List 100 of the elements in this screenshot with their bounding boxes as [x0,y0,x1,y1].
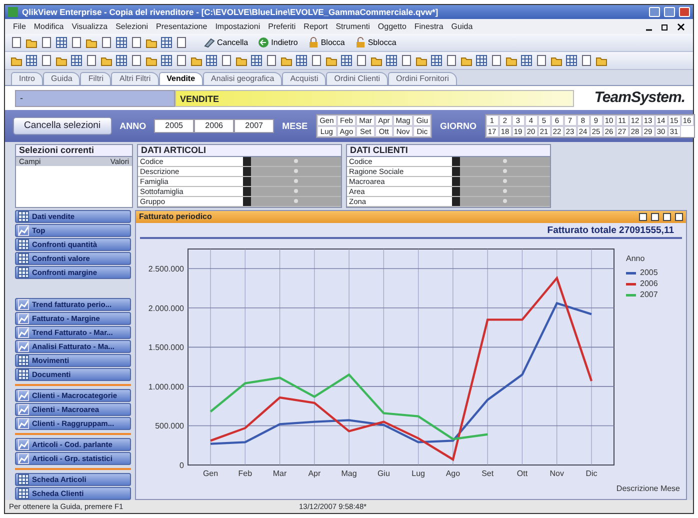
folder-icon[interactable] [461,55,472,66]
document-icon[interactable] [71,37,82,48]
y-tick-label: 1.500.000 [148,344,184,353]
folder-icon[interactable] [101,55,112,66]
x-tick-label: Lug [412,469,425,478]
x-tick-label: Ago [446,469,460,478]
legend-label: 2005 [640,268,658,278]
document-icon[interactable] [101,37,112,48]
year-option[interactable]: 2007 [234,119,274,133]
sheet-tab[interactable]: Filtri [80,72,112,85]
folder-icon[interactable] [56,55,67,66]
toolbar-button[interactable]: Blocca [304,37,348,48]
grid-icon[interactable] [56,37,67,48]
document-icon[interactable] [41,55,52,66]
toolbar-button[interactable]: Indietro [255,37,301,48]
toolbar-button[interactable]: Cancella [201,37,252,48]
year-option[interactable]: 2006 [194,119,234,133]
sheet-tab[interactable]: Ordini Clienti [326,72,388,85]
sheet-tab[interactable]: Guida [43,72,80,85]
document-icon[interactable] [161,37,172,48]
document-icon[interactable] [176,55,187,66]
close-icon[interactable] [677,22,685,30]
document-icon[interactable] [446,55,457,66]
grid-icon[interactable] [176,37,187,48]
folder-icon[interactable] [26,37,37,48]
document-icon[interactable] [131,37,142,48]
grid-icon[interactable] [161,55,172,66]
grid-icon[interactable] [116,37,127,48]
open-padlock-icon [354,37,366,48]
folder-icon[interactable] [86,37,97,48]
table-icon [18,474,29,485]
toolbar-button[interactable]: Sblocca [352,37,400,48]
y-tick-label: 0 [180,461,184,470]
document-icon[interactable] [311,55,322,66]
grid-icon[interactable] [26,55,37,66]
table-icon [18,239,29,250]
grid-icon[interactable] [251,55,262,66]
grid-icon[interactable] [296,55,307,66]
menu-item[interactable]: Impostazioni [215,22,260,32]
menu-item[interactable]: Visualizza [72,22,108,32]
search-field[interactable]: - [15,90,175,106]
folder-icon[interactable] [596,55,607,66]
menu-item[interactable]: Preferiti [268,22,296,32]
folder-icon[interactable] [506,55,517,66]
document-icon[interactable] [401,55,412,66]
sheet-tab[interactable]: Vendite [158,72,204,85]
sheet-tab[interactable]: Analisi geografica [203,72,282,85]
sheet-tab[interactable]: Altri Filtri [111,72,159,85]
menu-item[interactable]: Report [304,22,328,32]
sheet-tab[interactable]: Ordini Fornitori [388,72,457,85]
menu-item[interactable]: Strumenti [336,22,370,32]
document-icon[interactable] [356,55,367,66]
document-icon[interactable] [581,55,592,66]
grid-icon[interactable] [431,55,442,66]
grid-icon[interactable] [476,55,487,66]
document-icon[interactable] [536,55,547,66]
document-icon[interactable] [221,55,232,66]
menu-item[interactable]: Finestra [414,22,444,32]
document-icon[interactable] [266,55,277,66]
menu-item[interactable]: Selezioni [116,22,148,32]
year-option[interactable]: 2005 [154,119,194,133]
grid-icon[interactable] [521,55,532,66]
folder-icon[interactable] [371,55,382,66]
folder-icon[interactable] [191,55,202,66]
menu-item[interactable]: Guida [451,22,473,32]
menu-item[interactable]: Oggetto [378,22,406,32]
folder-icon[interactable] [146,37,157,48]
grid-icon[interactable] [566,55,577,66]
chart-icon [18,225,29,236]
folder-icon[interactable] [551,55,562,66]
month-label: MESE [282,120,308,132]
grid-icon[interactable] [71,55,82,66]
clear-selections-button[interactable]: Cancella selezioni [13,117,112,135]
grid-icon[interactable] [341,55,352,66]
grid-icon[interactable] [116,55,127,66]
menu-item[interactable]: File [13,22,26,32]
chart-icon [18,341,29,352]
sheet-title: VENDITE [175,90,574,106]
sheet-tab[interactable]: Intro [11,72,44,85]
folder-icon[interactable] [236,55,247,66]
menu-item[interactable]: Presentazione [156,22,208,32]
folder-icon[interactable] [11,55,22,66]
folder-icon[interactable] [416,55,427,66]
document-icon[interactable] [11,37,22,48]
grid-icon[interactable] [386,55,397,66]
table-icon [18,369,29,380]
grid-icon[interactable] [206,55,217,66]
document-icon[interactable] [131,55,142,66]
day-label: GIORNO [440,120,477,132]
restore-icon[interactable] [661,22,669,30]
document-icon[interactable] [491,55,502,66]
folder-icon[interactable] [326,55,337,66]
folder-icon[interactable] [146,55,157,66]
x-tick-label: Ott [516,469,528,478]
folder-icon[interactable] [281,55,292,66]
x-tick-label: Giu [377,469,390,478]
document-icon[interactable] [86,55,97,66]
document-icon[interactable] [41,37,52,48]
menu-item[interactable]: Modifica [34,22,64,32]
sheet-tab[interactable]: Acquisti [282,72,326,85]
